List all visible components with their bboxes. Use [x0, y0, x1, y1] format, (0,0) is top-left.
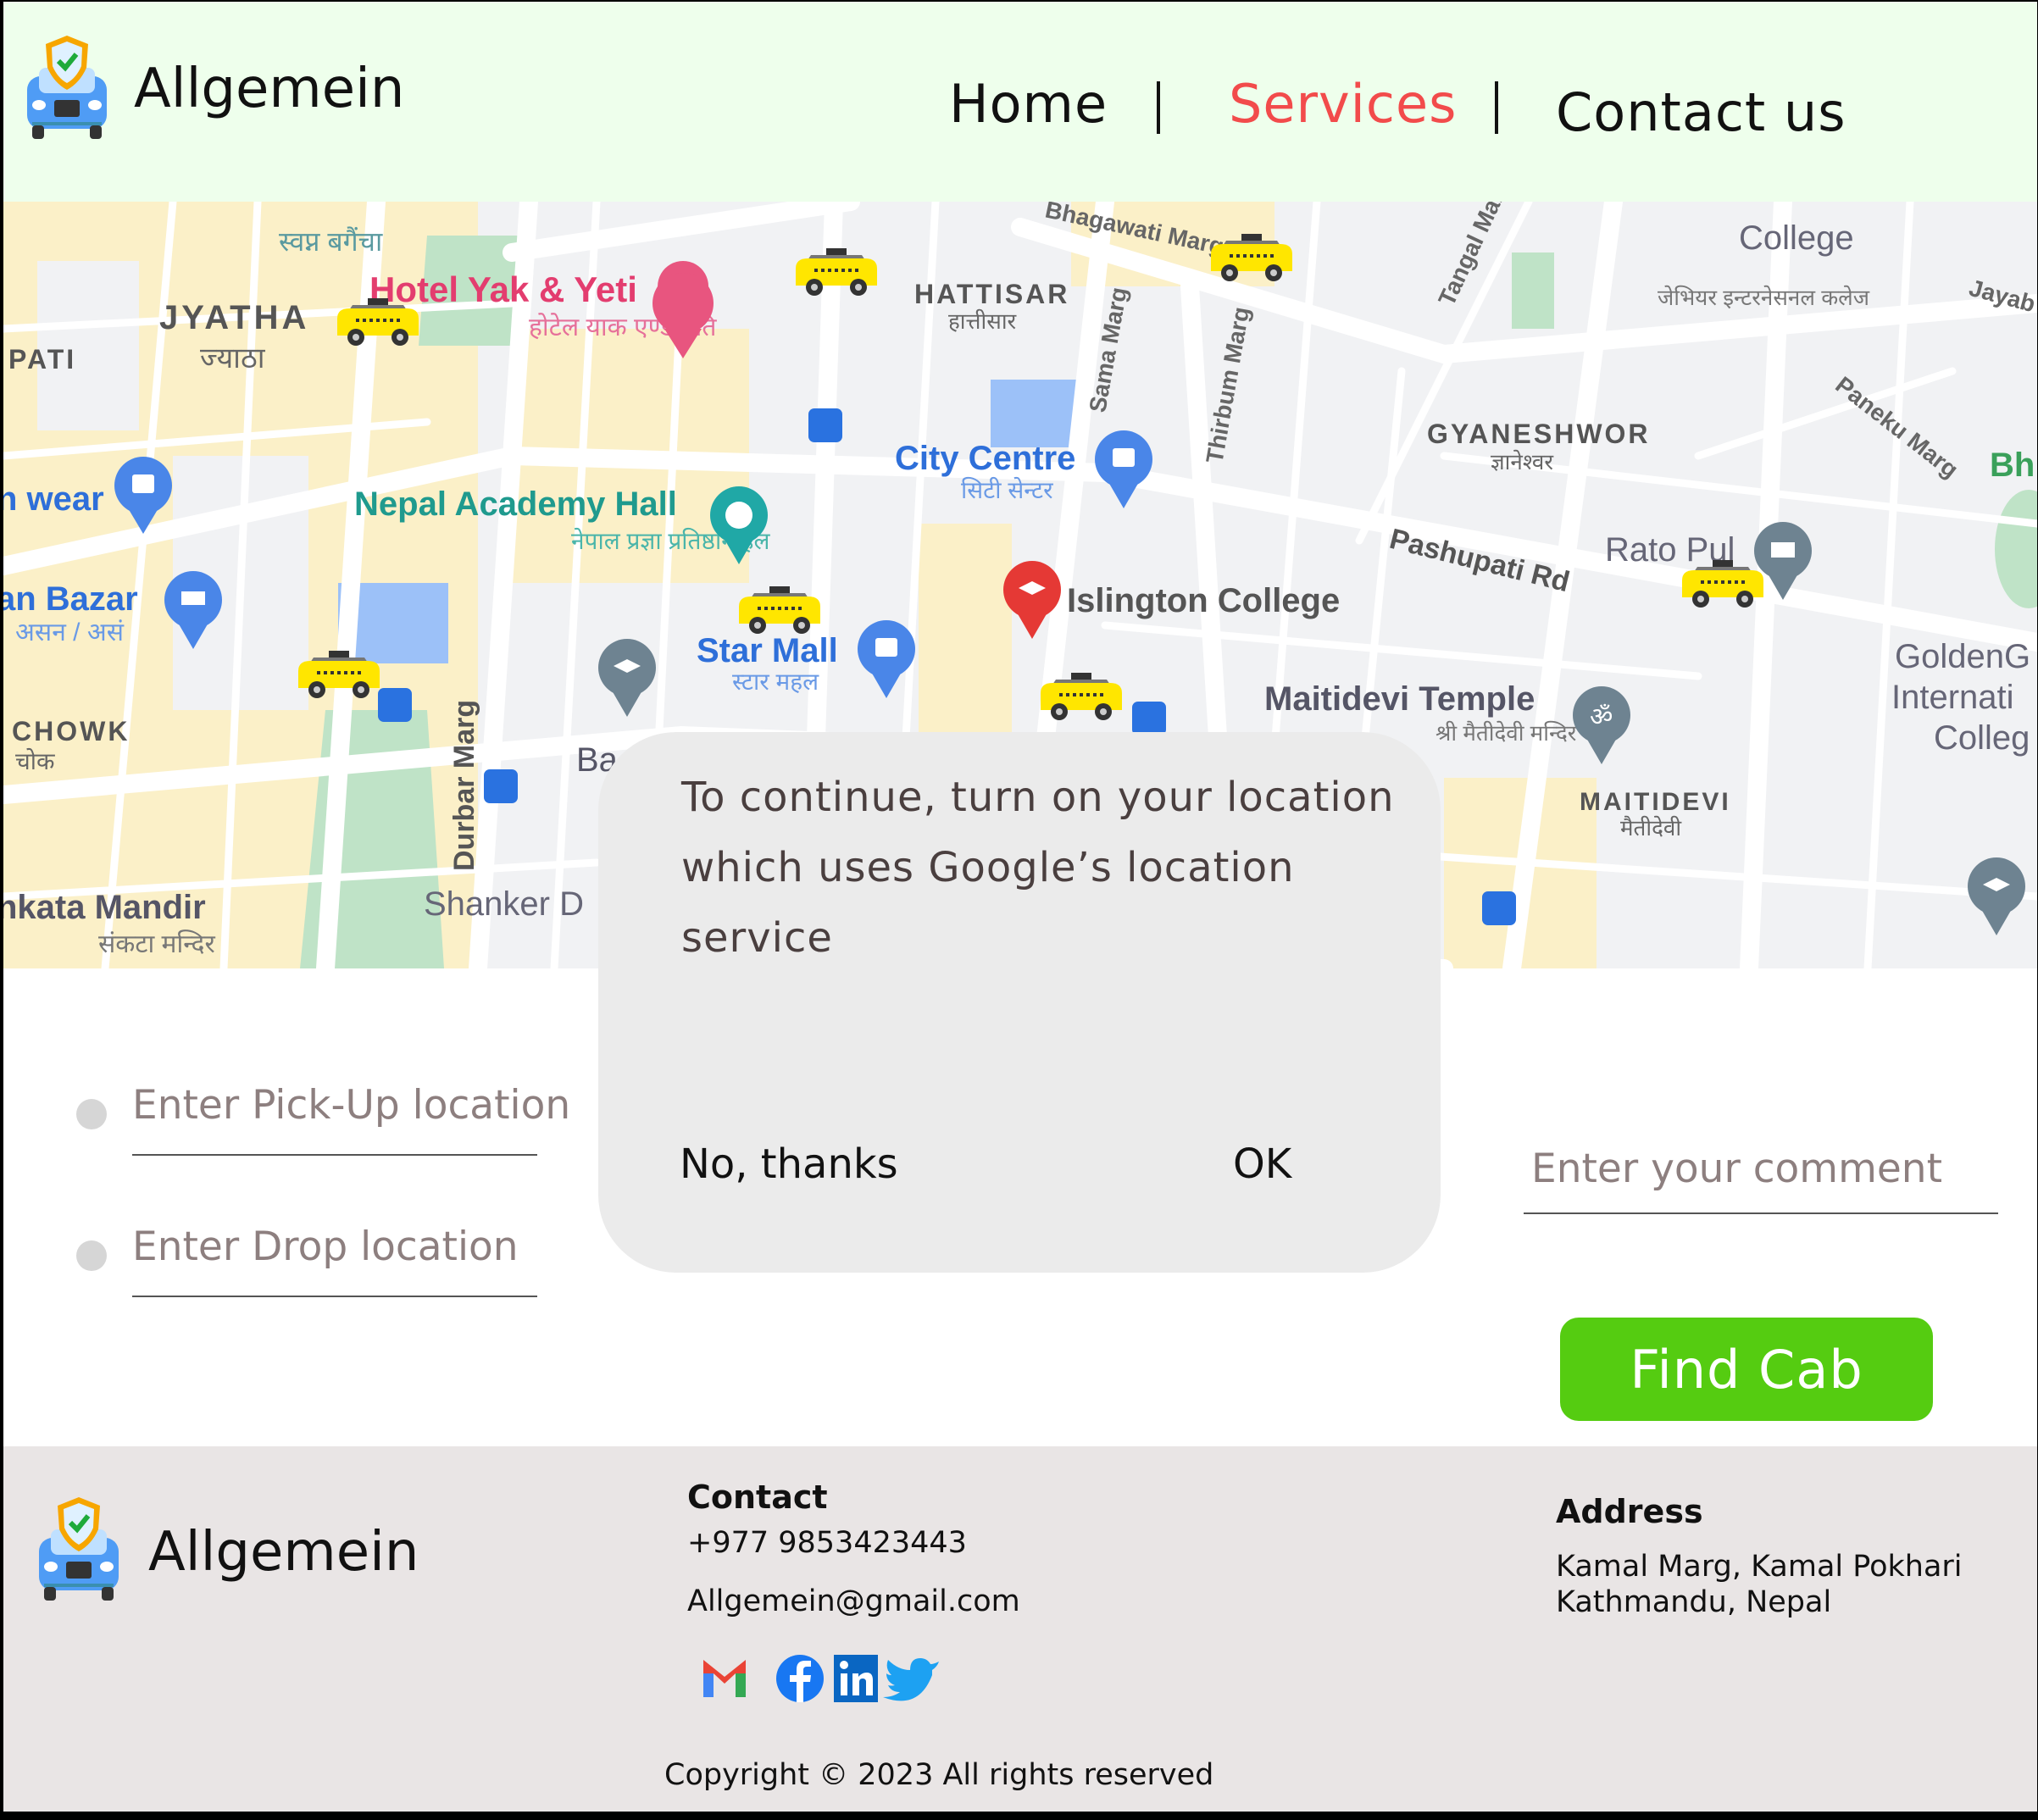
comment-input[interactable]: Enter your comment	[1531, 1146, 1942, 1192]
find-cab-button[interactable]: Find Cab	[1560, 1318, 1933, 1421]
school-pin-icon[interactable]	[1968, 857, 2025, 935]
nav-divider	[1157, 81, 1160, 134]
map-label: GoldenG	[1895, 638, 2030, 675]
nav-home[interactable]: Home	[949, 73, 1108, 135]
map-label: Colleg	[1934, 719, 2030, 757]
svg-text:ॐ: ॐ	[1590, 703, 1613, 731]
map-label: HATTISAR	[914, 279, 1069, 309]
map-label: Maitidevi Temple	[1264, 680, 1535, 718]
map-label: हात्तीसार	[948, 308, 1018, 334]
map-label: Shanker D	[424, 885, 584, 923]
footer-brand-name: Allgemein	[148, 1521, 419, 1584]
map-label: श्री मैतीदेवी मन्दिर	[1435, 720, 1578, 746]
map-label: Islington College	[1067, 582, 1340, 619]
pickup-location-input[interactable]: Enter Pick-Up location	[132, 1082, 570, 1129]
map-label: स्वप्न बगैंचा	[279, 226, 383, 257]
bus-stop-icon	[808, 408, 842, 442]
map-label: जेभियर इन्टरनेसनल कलेज	[1658, 285, 1870, 310]
facebook-icon[interactable]	[776, 1655, 824, 1702]
no-thanks-button[interactable]: No, thanks	[680, 1140, 898, 1188]
nav-services[interactable]: Services	[1229, 73, 1457, 135]
map-label: Thirbum Marg	[1201, 305, 1254, 465]
copyright-text: Copyright © 2023 All rights reserved	[664, 1758, 1214, 1792]
taxi-icon[interactable]	[737, 585, 822, 635]
map-label: Nepal Academy Hall	[354, 486, 677, 523]
contact-heading: Contact	[687, 1479, 828, 1516]
header: Allgemein Home Services Contact us	[3, 2, 2037, 202]
map-label: चोक	[15, 747, 55, 774]
footer: Allgemein Contact +977 9853423443 Allgem…	[3, 1446, 2037, 1812]
map-label: n wear	[3, 480, 104, 518]
drop-underline	[132, 1296, 537, 1297]
map-label: JYATHA	[159, 299, 309, 336]
car-shield-logo-icon	[39, 1497, 119, 1601]
bus-stop-icon	[484, 769, 518, 803]
ok-button[interactable]: OK	[1233, 1140, 1291, 1188]
page: Allgemein Home Services Contact us स्वप्…	[3, 2, 2037, 1812]
map-label: Hotel Yak & Yeti	[369, 269, 637, 309]
address-line: Kamal Marg, Kamal Pokhari	[1556, 1550, 1963, 1584]
comment-underline	[1524, 1212, 1998, 1214]
map-label: Bh	[1990, 447, 2035, 484]
brand-name: Allgemein	[134, 58, 405, 120]
map-label: GYANESHWOR	[1427, 419, 1651, 449]
map-label: मैतीदेवी	[1620, 815, 1682, 841]
map-label: संकटा मन्दिर	[98, 929, 215, 958]
address-heading: Address	[1556, 1493, 1703, 1530]
nav-contact-us[interactable]: Contact us	[1556, 81, 1846, 143]
drop-location-input[interactable]: Enter Drop location	[132, 1224, 519, 1270]
location-permission-dialog: To continue, turn on your location which…	[598, 732, 1441, 1273]
map-label: ज्याठा	[200, 342, 266, 375]
twitter-icon[interactable]	[883, 1658, 939, 1701]
pickup-dot-icon	[76, 1099, 107, 1129]
dialog-message-line: which uses Google’s location	[681, 844, 1295, 891]
address-line: Kathmandu, Nepal	[1556, 1585, 1832, 1619]
pickup-underline	[132, 1154, 537, 1156]
map-label: PATI	[8, 344, 76, 375]
contact-email[interactable]: Allgemein@gmail.com	[687, 1584, 1020, 1618]
map-label: सिटी सेन्टर	[961, 476, 1053, 503]
map-label: MAITIDEVI	[1580, 788, 1731, 816]
map-label: Star Mall	[697, 632, 838, 669]
map-label: ज्ञानेश्वर	[1491, 449, 1554, 474]
gmail-icon[interactable]	[703, 1660, 746, 1697]
drop-dot-icon	[76, 1240, 107, 1271]
bus-stop-icon	[378, 688, 412, 722]
map-label: City Centre	[895, 440, 1075, 477]
map-label: Durbar Marg	[448, 700, 480, 871]
school-pin-icon[interactable]	[598, 639, 656, 717]
nav-divider	[1495, 81, 1498, 134]
dialog-message-line: service	[681, 914, 833, 962]
map-label: an Bazar	[3, 580, 138, 618]
contact-phone: +977 9853423443	[687, 1526, 967, 1560]
bus-stop-icon	[1482, 891, 1516, 925]
dialog-message-line: To continue, turn on your location	[681, 774, 1395, 821]
shopping-pin-icon[interactable]	[1095, 430, 1152, 508]
social-icons	[703, 1655, 939, 1702]
map-label: nkata Mandir	[3, 889, 206, 926]
car-shield-logo-icon	[27, 36, 107, 139]
temple-pin-icon[interactable]: ॐ	[1573, 686, 1630, 764]
map-label: स्टार महल	[732, 669, 819, 695]
map-label: Internati	[1891, 679, 2014, 716]
map-label: CHOWK	[12, 716, 130, 746]
linkedin-icon[interactable]	[834, 1655, 878, 1702]
bus-stop-icon	[1132, 702, 1166, 735]
map-label: College	[1739, 219, 1854, 257]
map-label: असन / असं	[15, 619, 125, 646]
